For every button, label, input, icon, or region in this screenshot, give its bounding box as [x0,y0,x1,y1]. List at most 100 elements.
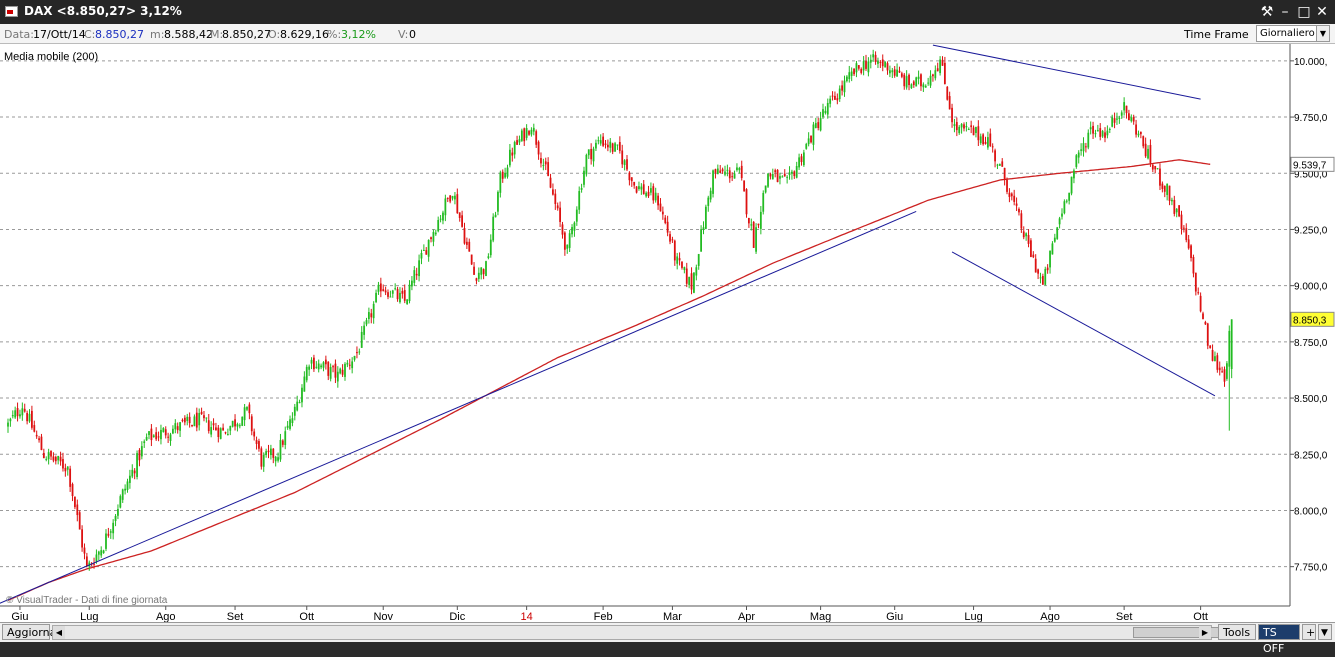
scroll-right-icon[interactable]: ▶ [1199,626,1211,639]
candle [912,81,915,86]
candle [468,241,471,252]
candle [936,68,939,72]
candle [683,267,686,271]
candle [155,432,158,440]
candle [45,458,48,460]
candle [836,98,839,101]
candle [117,508,119,516]
bottom-bar: Aggiorna ◀ ▶ Tools TS OFF + ▼ [0,622,1335,655]
candle [745,189,748,215]
candle [650,188,652,193]
candle [59,456,62,462]
y-tick-label: 9.750,0 [1294,113,1328,124]
candle [1123,102,1126,111]
candle [886,63,889,71]
candle [1046,267,1049,271]
candle [948,96,951,110]
candle [69,468,72,487]
candle [284,431,287,446]
candle [805,143,808,149]
candle [281,440,284,445]
candle [360,331,363,348]
candle [461,215,463,227]
candle [384,290,387,293]
scroll-left-icon[interactable]: ◀ [53,626,65,639]
candle [652,186,655,201]
candle [255,440,258,444]
candle [614,143,616,152]
candle [224,432,227,434]
candle [1187,239,1190,249]
candle [932,74,934,77]
candle [1221,371,1224,373]
x-tick-label: Mar [663,611,682,622]
candle [1139,131,1142,135]
minimize-button[interactable]: – [1275,2,1295,22]
candle [1154,166,1157,170]
candle [642,184,645,195]
plus-button[interactable]: + [1302,624,1316,640]
candle [638,186,640,189]
candle [802,152,805,166]
candle [1108,129,1111,131]
candle [879,61,882,63]
candle [750,224,753,226]
candle [566,244,569,249]
candle [270,448,272,456]
update-button[interactable]: Aggiorna [2,624,56,640]
candle [1118,117,1121,119]
y-tick-label: 9.000,0 [1294,282,1328,293]
candle [511,152,514,156]
candle [102,550,105,554]
candle [1151,164,1154,170]
candle [477,272,480,279]
candle [953,124,956,127]
maximize-button[interactable]: □ [1294,2,1314,22]
tools-button[interactable]: Tools [1218,624,1256,640]
candle [702,227,705,230]
x-tick-label: Apr [738,611,755,622]
candle [112,522,115,534]
candle [915,77,918,87]
candle [855,63,858,73]
candle [234,419,236,427]
candle [1132,117,1135,122]
price-chart[interactable]: 7.750,0 8.000,0 8.250,0 8.500,0 8.750,0 9.000… [0,44,1335,623]
candle [822,109,824,117]
candle [975,127,977,133]
ts-off-button[interactable]: TS OFF [1258,624,1300,655]
candle [9,418,12,422]
horizontal-scrollbar[interactable]: ◀ ▶ [52,625,1223,640]
tools-icon[interactable]: ⚒ [1257,2,1277,22]
candle [1051,243,1054,255]
candle [724,171,726,175]
y-tick-label: 8.500,0 [1294,394,1328,405]
candle [1070,176,1073,194]
candle [719,170,722,174]
candle [265,451,268,456]
candle [336,371,339,382]
timeframe-label: Time Frame [1184,28,1249,41]
candle [726,169,729,171]
candle [418,260,420,277]
candle [126,481,129,490]
dropdown-arrow-icon[interactable]: ▼ [1316,26,1329,41]
candle [42,452,45,459]
candle [516,140,518,145]
candle [1022,231,1025,238]
close-button[interactable]: ✕ [1312,2,1332,22]
candle [834,95,836,100]
candle [1199,295,1202,312]
candle [324,359,327,365]
candle [248,404,251,414]
candle [917,76,920,79]
dropdown-arrow-icon[interactable]: ▼ [1318,624,1332,640]
candle [1180,214,1183,229]
chart-area[interactable]: 7.750,0 8.000,0 8.250,0 8.500,0 8.750,0 9.000… [0,44,1335,623]
candle [267,450,270,453]
candle [215,427,217,431]
timeframe-select[interactable]: Giornaliero ▼ [1256,25,1330,42]
candle [1156,168,1159,170]
candle [1120,112,1123,116]
candle [226,433,229,435]
